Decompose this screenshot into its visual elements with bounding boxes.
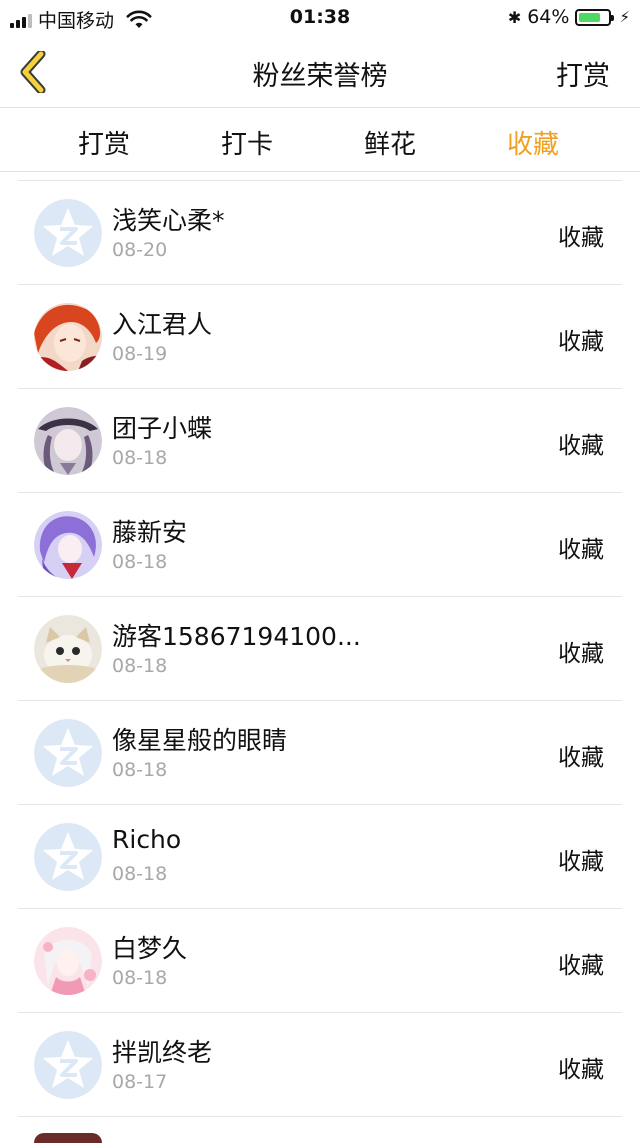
charging-icon: ⚡: [619, 8, 630, 26]
fan-name: 拌凯终老: [112, 1038, 213, 1067]
fan-date: 08-18: [112, 863, 168, 885]
fan-action: 收藏: [558, 225, 604, 251]
list-item[interactable]: 入江君人 08-19 收藏: [18, 285, 622, 389]
list-item[interactable]: 团子小蝶 08-18 收藏: [18, 389, 622, 493]
list-item[interactable]: 浅笑心柔* 08-20 收藏: [18, 181, 622, 285]
anime-avatar-red: [34, 303, 102, 371]
anime-avatar-pink: [34, 927, 102, 995]
fan-date: 08-17: [112, 1071, 168, 1093]
default-avatar-icon: [34, 719, 102, 787]
fan-name: 藤新安: [112, 518, 188, 547]
default-avatar-icon: [34, 199, 102, 267]
fan-action: 收藏: [558, 745, 604, 771]
fan-name: 像星星般的眼睛: [112, 726, 288, 755]
list-item[interactable]: 像星星般的眼睛 08-18 收藏: [18, 701, 622, 805]
fan-name: 浅笑心柔*: [112, 206, 225, 235]
fan-action: 收藏: [558, 537, 604, 563]
battery-percent: 64%: [527, 6, 570, 28]
battery-icon: [575, 8, 615, 26]
list-item[interactable]: 白梦久 08-18 收藏: [18, 909, 622, 1013]
list-item[interactable]: 拌凯终老 08-17 收藏: [18, 1013, 622, 1117]
anime-avatar-violet: [34, 511, 102, 579]
list-item[interactable]: Richo 08-18 收藏: [18, 805, 622, 909]
fan-action: 收藏: [558, 849, 604, 875]
tab-reward[interactable]: 打赏: [44, 124, 164, 161]
fan-date: 08-19: [112, 343, 168, 365]
fan-action: 收藏: [558, 433, 604, 459]
fan-list: 浅笑心柔* 08-20 收藏 入江君人 08-19 收藏 团子小蝶 08-18 …: [18, 180, 622, 1117]
default-avatar-icon: [34, 1031, 102, 1099]
nav-bar: 粉丝荣誉榜 打赏: [0, 36, 640, 108]
fan-action: 收藏: [558, 953, 604, 979]
fan-date: 08-20: [112, 239, 168, 261]
fan-name: 白梦久: [112, 934, 188, 963]
fan-name: 团子小蝶: [112, 414, 213, 443]
page-title: 粉丝荣誉榜: [252, 61, 388, 92]
cat-avatar: [34, 615, 102, 683]
anime-avatar-purple-hat: [34, 407, 102, 475]
reward-button[interactable]: 打赏: [556, 54, 610, 93]
fan-date: 08-18: [112, 655, 168, 677]
fan-action: 收藏: [558, 641, 604, 667]
status-bar: 中国移动 01:38 ✱ 64% ⚡: [0, 0, 640, 36]
tab-favorites[interactable]: 收藏: [473, 124, 593, 161]
fan-name: Richo: [112, 825, 182, 854]
bluetooth-icon: ✱: [507, 7, 522, 27]
fan-name: 游客15867194100...: [112, 622, 361, 651]
status-right: ✱ 64% ⚡: [508, 6, 630, 28]
fan-action: 收藏: [558, 1057, 604, 1083]
fan-date: 08-18: [112, 447, 168, 469]
fan-action: 收藏: [558, 329, 604, 355]
fan-date: 08-18: [112, 551, 168, 573]
next-avatar-peek: [34, 1133, 102, 1143]
tab-bar: 打赏 打卡 鲜花 收藏: [0, 108, 640, 172]
fan-date: 08-18: [112, 759, 168, 781]
fan-name: 入江君人: [112, 310, 213, 339]
tab-flowers[interactable]: 鲜花: [330, 124, 450, 161]
default-avatar-icon: [34, 823, 102, 891]
tab-checkin[interactable]: 打卡: [187, 124, 307, 161]
list-item[interactable]: 游客15867194100... 08-18 收藏: [18, 597, 622, 701]
fan-date: 08-18: [112, 967, 168, 989]
list-item[interactable]: 藤新安 08-18 收藏: [18, 493, 622, 597]
